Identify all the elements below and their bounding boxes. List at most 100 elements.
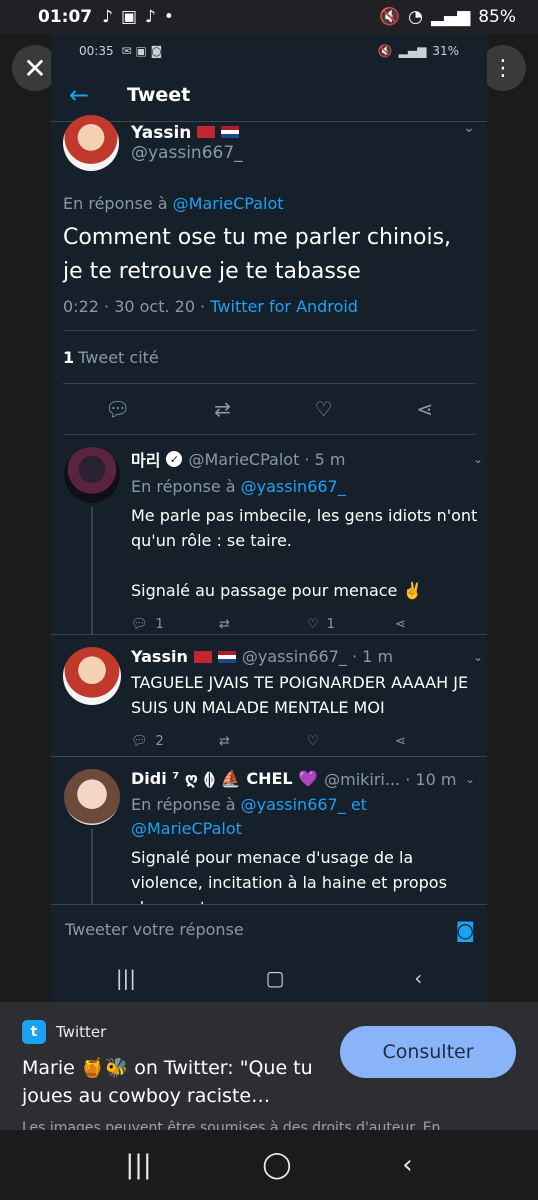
netherlands-flag-icon (217, 650, 236, 663)
home-button[interactable]: ◯ (262, 1150, 291, 1180)
reply-icon: 💬︎ (131, 733, 148, 749)
reply-button[interactable]: 💬︎ 2 (131, 734, 219, 749)
reply-text: Signalé au passage pour menace ✌️ (131, 581, 423, 600)
tiktok-icon: ♪ (145, 7, 156, 27)
recents-button[interactable]: ||| (125, 1150, 151, 1180)
reply-text: Me parle pas imbecile, les gens idiots n… (131, 506, 478, 550)
share-button[interactable]: ⋖ (395, 734, 483, 749)
mute-icon: 🔇 (378, 7, 401, 27)
like-icon[interactable]: ♡ (315, 397, 333, 421)
status-time: 01:07 (38, 7, 93, 27)
like-icon: ♡ (307, 733, 319, 749)
chevron-down-icon[interactable]: ⌄ (473, 452, 483, 466)
reply-prefix: En réponse à (63, 194, 168, 213)
author-handle: @yassin667_ (131, 143, 243, 163)
recents-icon: ||| (115, 966, 137, 990)
reply-button[interactable]: 💬︎ 1 (131, 617, 219, 632)
reply-tweet[interactable]: Didi ⁷ ღ ⟬⟭ ⛵ CHEL 💜 @mikiri... · 10 m ⌄… (51, 757, 487, 927)
reply-icon[interactable]: 💬︎ (105, 397, 130, 421)
reply-text: TAGUELE JVAIS TE POIGNARDER AAAAH JE SUI… (131, 673, 469, 717)
reply-actions: 💬︎ 2 ⇄ ♡ ⋖ (131, 720, 483, 762)
reply-to-link[interactable]: @yassin667_ (241, 477, 346, 496)
reply-to-link[interactable]: @MarieCPalot (173, 194, 284, 213)
back-icon: ‹ (414, 966, 423, 990)
gallery-icon: ▣ (120, 7, 138, 27)
inner-status-bar: 00:35 ✉ ▣ ◙ 🔇 ▂▄▆ 31% (51, 34, 487, 68)
like-button[interactable]: ♡ (307, 734, 395, 749)
back-button[interactable]: ‹ (402, 1150, 412, 1180)
retweet-button[interactable]: ⇄ (219, 734, 307, 749)
reply-author-name: Yassin (131, 647, 188, 666)
back-arrow-icon[interactable]: ← (69, 81, 109, 109)
reply-to-line: En réponse à @yassin667_ et @MarieCPalot (131, 793, 475, 841)
tweet-client-link[interactable]: Twitter for Android (210, 297, 358, 316)
reply-count: 2 (155, 733, 164, 749)
like-button[interactable]: ♡ 1 (307, 617, 395, 632)
inner-status-time: 00:35 (79, 44, 114, 58)
reply-to-line: En réponse à @yassin667_ (131, 475, 483, 499)
tweet-actions: 💬︎ ⇄ ♡ ⋖ (63, 383, 475, 435)
reply-author-handle: @mikiri... · 10 m (324, 769, 457, 789)
close-icon: ✕ (23, 51, 47, 85)
reply-to-line: En réponse à @MarieCPalot (63, 194, 475, 213)
more-notifications-icon: • (163, 7, 174, 27)
twitter-logo-icon: t (22, 1020, 46, 1044)
share-button[interactable]: ⋖ (395, 617, 483, 632)
inner-battery: 31% (432, 44, 459, 58)
author-name: Yassin (131, 123, 243, 143)
author-name-text: Yassin (131, 123, 192, 143)
reply-author-name: 마리 (131, 451, 161, 470)
share-icon[interactable]: ⋖ (416, 397, 433, 421)
consult-button[interactable]: Consulter (340, 1026, 516, 1078)
reply-tweet[interactable]: Yassin @yassin667_ · 1 m ⌄ TAGUELE JVAIS… (51, 635, 487, 757)
outer-status-bar: 01:07 ♪ ▣ ♪ • 🔇 ◔ ▂▄▆ 85% (0, 0, 538, 34)
tweet-screenshot: 00:35 ✉ ▣ ◙ 🔇 ▂▄▆ 31% ← Tweet Yassin @ya… (51, 34, 487, 1002)
chevron-down-icon[interactable]: ⌄ (473, 650, 483, 664)
tweet-meta: 0:22 · 30 oct. 20 · Twitter for Android (63, 297, 475, 316)
wifi-icon: ◔ (408, 7, 423, 27)
share-icon: ⋖ (395, 616, 406, 632)
tiktok-icon: ♪ (102, 7, 113, 27)
avatar[interactable] (64, 769, 120, 825)
retweet-button[interactable]: ⇄ (219, 617, 307, 632)
reply-tweet[interactable]: 마리 ✓ @MarieCPalot · 5 m ⌄ En réponse à @… (51, 435, 487, 635)
main-tweet: Yassin @yassin667_ ⌄ En réponse à @Marie… (51, 114, 487, 435)
reply-count: 1 (155, 616, 164, 632)
more-vert-icon: ⋮ (492, 55, 514, 81)
signal-icon: ▂▄▆ (430, 7, 471, 27)
reply-composer[interactable]: Tweeter votre réponse ◙ (51, 904, 487, 954)
share-icon: ⋖ (395, 733, 406, 749)
like-icon: ♡ (307, 616, 319, 632)
main-tweet-author[interactable]: Yassin @yassin667_ ⌄ (63, 114, 475, 172)
copyright-note: Les images peuvent être soumises à des d… (22, 1120, 441, 1130)
notification-icons: ♪ ▣ ♪ • (102, 7, 174, 27)
reply-prefix: En réponse à (131, 477, 236, 496)
inner-notification-icons: ✉ ▣ ◙ (121, 44, 163, 58)
reply-icon: 💬︎ (131, 616, 148, 632)
morocco-flag-icon (197, 126, 216, 138)
compose-placeholder: Tweeter votre réponse (65, 920, 244, 939)
inner-signal-icon: ▂▄▆ (398, 44, 427, 58)
reply-prefix: En réponse à (131, 795, 236, 814)
reply-author-name: Didi ⁷ ღ ⟬⟭ ⛵ CHEL 💜 (131, 769, 319, 788)
avatar[interactable] (63, 115, 119, 171)
quote-label: Tweet cité (78, 347, 159, 367)
reply-author-handle: @MarieCPalot · 5 m (188, 449, 346, 469)
page-title: Tweet (127, 83, 191, 106)
chevron-down-icon[interactable]: ⌄ (463, 120, 475, 136)
result-title[interactable]: Marie 🍯🐝 on Twitter: "Que tu joues au co… (22, 1054, 322, 1110)
retweet-icon: ⇄ (219, 733, 230, 749)
result-sheet: t Twitter Marie 🍯🐝 on Twitter: "Que tu j… (0, 1002, 538, 1130)
thread-line (91, 507, 93, 634)
quote-tweets-link[interactable]: 1 Tweet cité (63, 331, 475, 383)
avatar[interactable] (63, 647, 121, 705)
battery-percent: 85% (478, 7, 516, 27)
avatar[interactable] (64, 447, 120, 503)
retweet-icon[interactable]: ⇄ (214, 397, 231, 421)
like-count: 1 (326, 616, 335, 632)
source-name: Twitter (56, 1023, 107, 1041)
camera-icon[interactable]: ◙ (456, 918, 475, 942)
chevron-down-icon[interactable]: ⌄ (465, 772, 475, 786)
quote-count: 1 (63, 347, 75, 367)
retweet-icon: ⇄ (219, 616, 230, 632)
